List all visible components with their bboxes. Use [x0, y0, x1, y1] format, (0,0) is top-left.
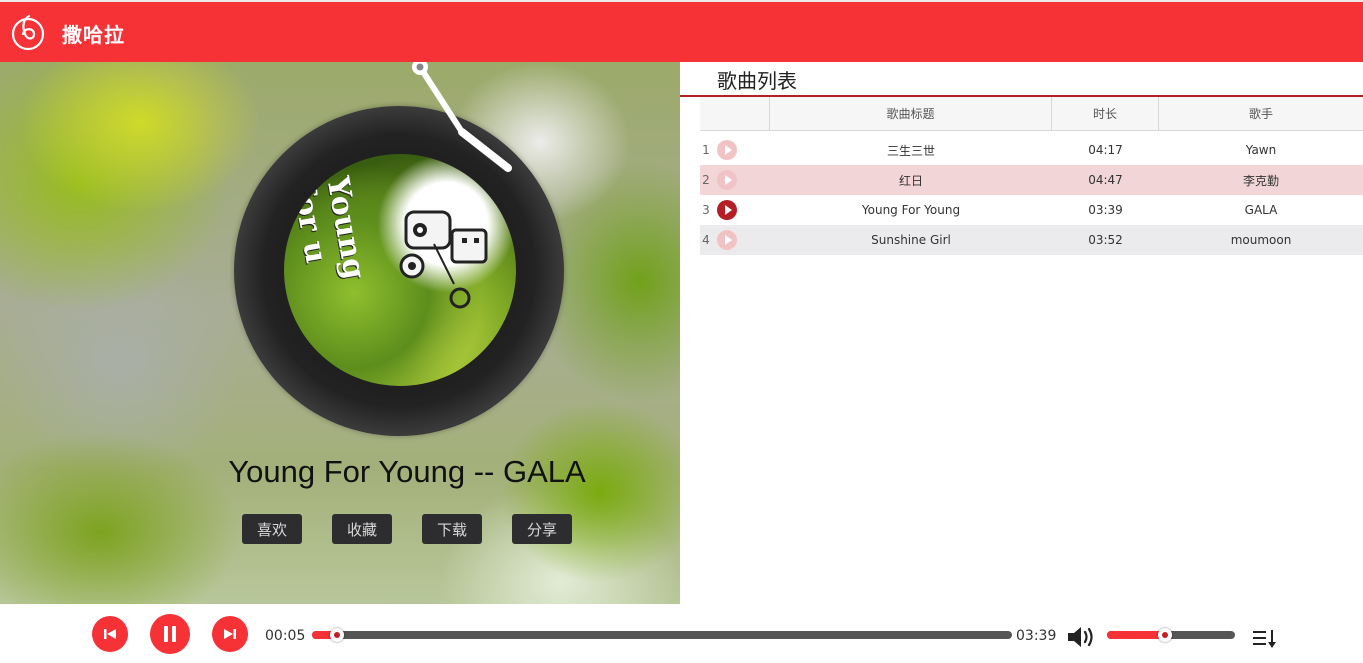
total-time: 03:39 [1016, 628, 1057, 644]
song-title-cell: Sunshine Girl [871, 233, 951, 247]
volume-slider[interactable] [1107, 628, 1235, 642]
play-icon[interactable] [717, 170, 737, 190]
table-row[interactable]: 4 Sunshine Girl 03:52 moumoon [700, 225, 1363, 255]
share-button[interactable]: 分享 [512, 514, 572, 544]
playlist-icon[interactable] [1251, 628, 1279, 650]
column-header-title[interactable]: 歌曲标题 [770, 97, 1052, 131]
column-header-index [700, 97, 770, 131]
playlist-panel: 歌曲列表 歌曲标题 时长 歌手 1 三生三世 04:17 Yawn 2 红日 0… [680, 62, 1363, 604]
favorite-button[interactable]: 收藏 [332, 514, 392, 544]
column-header-duration[interactable]: 时长 [1052, 97, 1159, 131]
song-title-cell: 红日 [898, 173, 923, 188]
progress-bar[interactable] [312, 628, 1012, 642]
volume-handle[interactable] [1158, 628, 1172, 642]
pause-icon [164, 626, 176, 642]
player-bar: 00:05 03:39 [0, 604, 1363, 663]
like-button[interactable]: 喜欢 [242, 514, 302, 544]
playlist-table: 歌曲标题 时长 歌手 1 三生三世 04:17 Yawn 2 红日 04:47 … [700, 97, 1363, 255]
table-row[interactable]: 2 红日 04:47 李克勤 [700, 165, 1363, 195]
table-row-active[interactable]: 3 Young For Young 03:39 GALA [700, 195, 1363, 225]
duration-cell: 03:39 [1088, 203, 1123, 217]
row-number: 3 [702, 203, 710, 217]
current-time: 00:05 [265, 628, 306, 644]
duration-cell: 04:17 [1088, 143, 1123, 157]
previous-button[interactable] [92, 616, 128, 652]
next-icon [224, 629, 236, 639]
now-playing-panel: Young for u Young For Young -- GALA 喜欢 收… [0, 62, 680, 604]
play-icon[interactable] [717, 200, 737, 220]
volume-fill [1107, 631, 1165, 639]
app-header: 撒哈拉 [0, 0, 1363, 62]
song-title-cell: 三生三世 [886, 143, 935, 158]
duration-cell: 03:52 [1088, 233, 1123, 247]
artist-cell: Yawn [1245, 143, 1277, 157]
next-button[interactable] [212, 616, 248, 652]
progress-handle[interactable] [330, 628, 344, 642]
duration-cell: 04:47 [1088, 173, 1123, 187]
play-icon[interactable] [717, 140, 737, 160]
table-row[interactable]: 1 三生三世 04:17 Yawn [700, 135, 1363, 165]
song-title-cell: Young For Young [861, 203, 961, 217]
play-icon[interactable] [717, 230, 737, 250]
previous-icon [104, 629, 116, 639]
album-cover: Young for u [284, 154, 516, 386]
table-header: 歌曲标题 时长 歌手 [700, 97, 1363, 131]
row-number: 1 [702, 143, 710, 157]
row-number: 2 [702, 173, 710, 187]
tonearm [412, 62, 512, 172]
playlist-title: 歌曲列表 [717, 69, 797, 93]
artist-cell: GALA [1244, 203, 1278, 217]
column-header-artist[interactable]: 歌手 [1159, 97, 1363, 131]
row-number: 4 [702, 233, 710, 247]
robot-artwork [399, 210, 488, 309]
volume-icon[interactable] [1066, 624, 1096, 650]
artist-cell: 李克勤 [1242, 173, 1279, 188]
app-title: 撒哈拉 [62, 23, 125, 47]
song-actions: 喜欢 收藏 下载 分享 [0, 514, 680, 544]
music-note-icon[interactable] [10, 12, 46, 52]
download-button[interactable]: 下载 [422, 514, 482, 544]
artist-cell: moumoon [1230, 233, 1292, 247]
cover-text: Young for u [285, 174, 372, 282]
pause-button[interactable] [150, 614, 190, 654]
now-playing-title: Young For Young -- GALA [228, 454, 586, 489]
